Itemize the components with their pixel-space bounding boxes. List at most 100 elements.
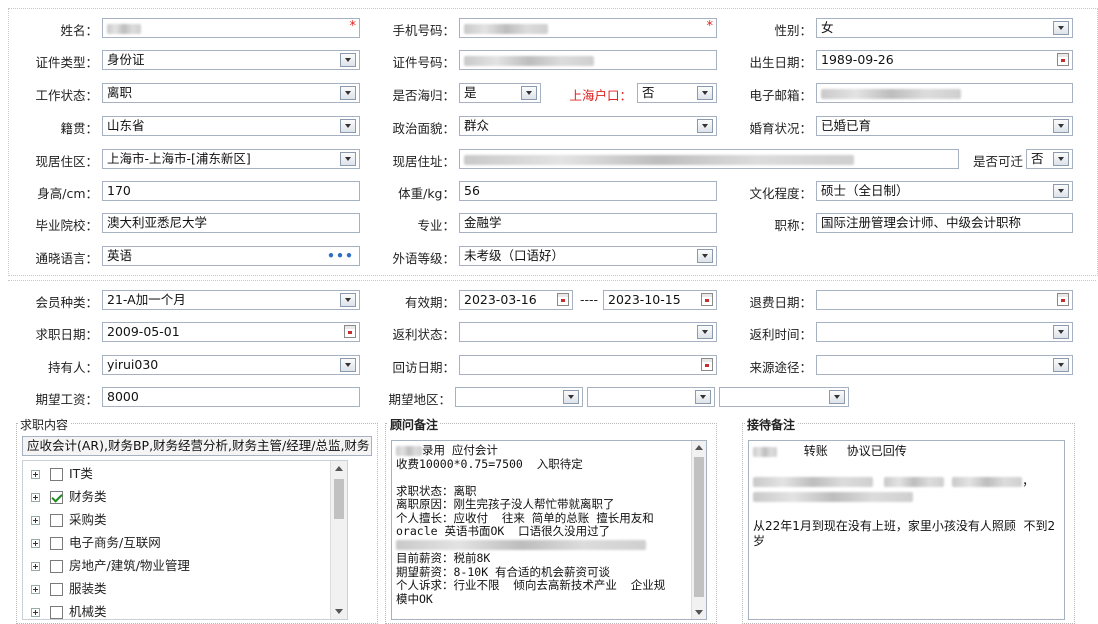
expected-region-city-select[interactable] — [587, 387, 715, 407]
tree-item-machinery[interactable]: 机械类 — [31, 602, 107, 619]
tree-scrollbar[interactable] — [330, 461, 347, 619]
source-select[interactable] — [816, 355, 1073, 375]
validity-start-field[interactable]: 2023-03-16 — [459, 290, 573, 310]
expand-icon[interactable] — [31, 608, 40, 617]
expected-region-province-select[interactable] — [455, 387, 583, 407]
calendar-icon[interactable] — [344, 325, 356, 338]
dropdown-arrow-icon[interactable] — [340, 358, 356, 372]
checkbox[interactable] — [50, 537, 63, 550]
notes-scrollbar[interactable] — [691, 441, 706, 619]
tree-item-finance[interactable]: 财务类 — [31, 487, 107, 507]
expand-icon[interactable] — [31, 539, 40, 548]
native-place-select[interactable]: 山东省 — [102, 116, 360, 136]
more-options-icon[interactable]: ••• — [327, 247, 354, 265]
dropdown-arrow-icon[interactable] — [1053, 184, 1069, 198]
dropdown-arrow-icon[interactable] — [697, 86, 713, 100]
calendar-icon[interactable] — [701, 293, 713, 306]
education-select[interactable]: 硕士（全日制） — [816, 181, 1073, 201]
calendar-icon[interactable] — [1057, 53, 1069, 66]
major-field[interactable]: 金融学 — [459, 213, 717, 233]
checkbox[interactable] — [50, 514, 63, 527]
expected-region-district-select[interactable] — [719, 387, 849, 407]
refund-date-field[interactable] — [816, 290, 1073, 310]
phone-field[interactable]: * — [459, 18, 717, 38]
gender-select[interactable]: 女 — [816, 18, 1073, 38]
id-number-field[interactable] — [459, 50, 717, 70]
checkbox[interactable] — [50, 468, 63, 481]
birthdate-field[interactable]: 1989-09-26 — [816, 50, 1073, 70]
scrollbar-thumb[interactable] — [334, 479, 344, 519]
tree-item-purchasing[interactable]: 采购类 — [31, 510, 107, 530]
language-level-select[interactable]: 未考级（口语好） — [459, 246, 717, 266]
dropdown-arrow-icon[interactable] — [697, 119, 713, 133]
shanghai-hukou-select[interactable]: 否 — [637, 83, 717, 103]
dropdown-arrow-icon[interactable] — [340, 152, 356, 166]
calendar-icon[interactable] — [701, 358, 713, 371]
tree-item-apparel[interactable]: 服装类 — [31, 579, 107, 599]
job-date-field[interactable]: 2009-05-01 — [102, 322, 360, 342]
work-status-select[interactable]: 离职 — [102, 83, 360, 103]
weight-field[interactable]: 56 — [459, 181, 717, 201]
returnee-select[interactable]: 是 — [459, 83, 541, 103]
dropdown-arrow-icon[interactable] — [1053, 358, 1069, 372]
expand-icon[interactable] — [31, 562, 40, 571]
address-field[interactable] — [459, 149, 959, 169]
scroll-up-icon[interactable] — [335, 466, 343, 471]
email-field[interactable] — [816, 83, 1073, 103]
tree-item-it[interactable]: IT类 — [31, 464, 93, 484]
school-field[interactable]: 澳大利亚悉尼大学 — [102, 213, 360, 233]
holder-select[interactable]: yirui030 — [102, 355, 360, 375]
scroll-down-icon[interactable] — [335, 609, 343, 614]
language-field[interactable]: 英语 ••• — [102, 246, 360, 266]
expand-icon[interactable] — [31, 585, 40, 594]
tree-item-realestate[interactable]: 房地产/建筑/物业管理 — [31, 556, 190, 576]
marital-select[interactable]: 已婚已育 — [816, 116, 1073, 136]
job-content-selected-field[interactable]: 应收会计(AR),财务BP,财务经营分析,财务主管/经理/总监,财务 — [22, 436, 372, 456]
dropdown-arrow-icon[interactable] — [521, 86, 537, 100]
dropdown-arrow-icon[interactable] — [1053, 152, 1069, 166]
residence-area-select[interactable]: 上海市-上海市-[浦东新区] — [102, 149, 360, 169]
height-field[interactable]: 170 — [102, 181, 360, 201]
dropdown-arrow-icon[interactable] — [695, 390, 711, 404]
scrollbar-thumb[interactable] — [694, 457, 704, 597]
reception-notes-textarea[interactable]: 转账 协议已回传 ， 从22年1月到现在没有上班，家里小孩没有人照顾 不到2岁 — [748, 440, 1065, 620]
title-field[interactable]: 国际注册管理会计师、中级会计职称 — [816, 213, 1073, 233]
dropdown-arrow-icon[interactable] — [829, 390, 845, 404]
name-field[interactable]: * — [102, 18, 360, 38]
visit-date-field[interactable] — [459, 355, 717, 375]
consultant-notes-textarea[interactable]: 录用 应付会计 收费10000*0.75=7500 入职待定 求职状态：离职 离… — [391, 440, 707, 620]
dropdown-arrow-icon[interactable] — [340, 86, 356, 100]
checkbox[interactable] — [50, 560, 63, 573]
checkbox[interactable] — [50, 583, 63, 596]
scroll-up-icon[interactable] — [695, 445, 703, 450]
dropdown-arrow-icon[interactable] — [1053, 119, 1069, 133]
scroll-down-icon[interactable] — [695, 610, 703, 615]
expand-icon[interactable] — [31, 493, 40, 502]
dropdown-arrow-icon[interactable] — [340, 119, 356, 133]
expected-salary-value: 8000 — [107, 389, 139, 404]
checkbox[interactable] — [50, 606, 63, 619]
expand-icon[interactable] — [31, 470, 40, 479]
calendar-icon[interactable] — [1057, 293, 1069, 306]
calendar-icon[interactable] — [557, 293, 569, 306]
dropdown-arrow-icon[interactable] — [697, 249, 713, 263]
rebate-status-select[interactable] — [459, 322, 717, 342]
expand-icon[interactable] — [31, 516, 40, 525]
relocatable-select[interactable]: 否 — [1026, 149, 1073, 169]
dropdown-arrow-icon[interactable] — [563, 390, 579, 404]
expected-salary-field[interactable]: 8000 — [102, 387, 360, 407]
rebate-time-select[interactable] — [816, 322, 1073, 342]
dropdown-arrow-icon[interactable] — [340, 53, 356, 67]
validity-end-field[interactable]: 2023-10-15 — [603, 290, 717, 310]
dropdown-arrow-icon[interactable] — [1053, 325, 1069, 339]
checkbox-checked[interactable] — [50, 491, 63, 504]
dropdown-arrow-icon[interactable] — [1053, 21, 1069, 35]
birthdate-label: 出生日期： — [749, 55, 812, 70]
tree-item-ecommerce[interactable]: 电子商务/互联网 — [31, 533, 161, 553]
notes-line: oracle 英语书面OK 口语很久没用过了 — [396, 524, 611, 538]
id-type-select[interactable]: 身份证 — [102, 50, 360, 70]
political-select[interactable]: 群众 — [459, 116, 717, 136]
dropdown-arrow-icon[interactable] — [340, 293, 356, 307]
dropdown-arrow-icon[interactable] — [697, 325, 713, 339]
member-type-select[interactable]: 21-A加一个月 — [102, 290, 360, 310]
